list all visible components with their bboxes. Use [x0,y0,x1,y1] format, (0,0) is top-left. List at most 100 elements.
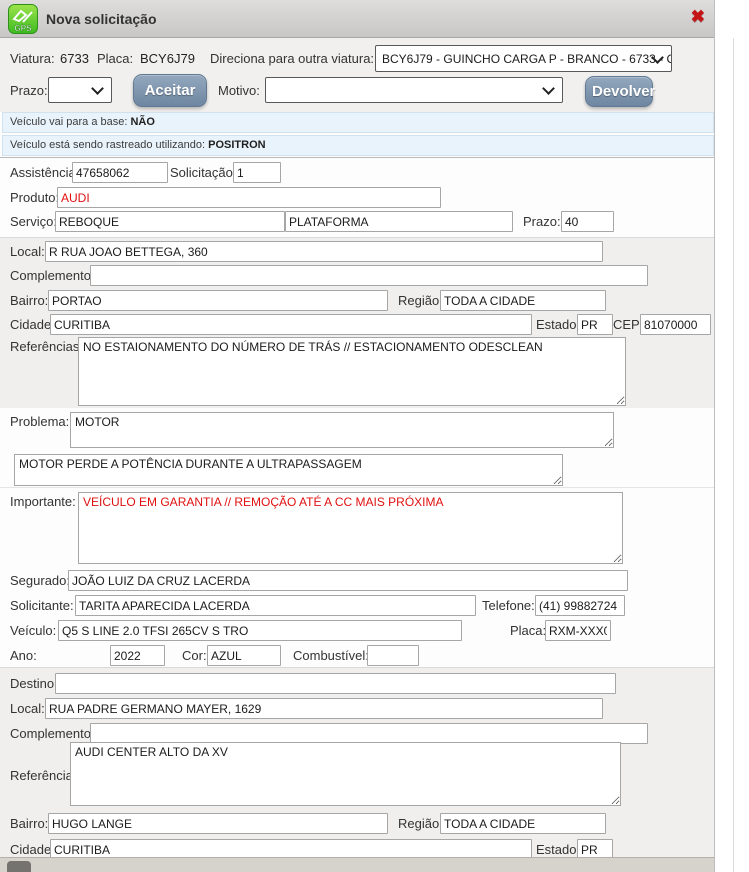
section-importante: Importante: VEÍCULO EM GARANTIA // REMOÇ… [0,487,715,566]
destino-estado-label: Estado: [536,842,580,857]
assistencia-field[interactable] [72,162,168,183]
complemento-label: Complemento: [10,268,95,283]
local-label: Local: [10,244,45,259]
direciona-label: Direciona para outra viatura: [210,51,374,66]
gps-app-icon: GPS [8,4,38,34]
combustivel-field[interactable] [367,645,419,666]
telefone-label: Telefone: [482,598,535,613]
destino-complemento-field[interactable] [90,723,648,744]
problema-field[interactable]: MOTOR [70,412,614,448]
section-origem: Local: Complemento: Bairro: Região: Cida… [0,237,715,408]
servico-field[interactable] [55,211,285,232]
servico-label: Serviço: [10,214,57,229]
veiculo-placa-label: Placa: [510,623,546,638]
produto-field[interactable] [57,187,441,208]
gps-footer-icon [7,861,31,872]
cep-field[interactable] [640,314,711,335]
chevron-down-icon [542,82,555,95]
chevron-down-icon [91,82,104,95]
regiao-label: Região: [398,293,443,308]
referencias-field[interactable]: NO ESTAIONAMENTO DO NÚMERO DE TRÁS // ES… [78,337,626,406]
solicitacao-label: Solicitação: [170,165,236,180]
segurado-field[interactable] [68,570,628,591]
assistencia-label: Assistência: [10,165,79,180]
importante-label: Importante: [10,494,76,509]
importante-field[interactable]: VEÍCULO EM GARANTIA // REMOÇÃO ATÉ A CC … [78,492,623,564]
complemento-field[interactable] [90,265,648,286]
solicitante-field[interactable] [75,595,476,616]
telefone-field[interactable] [535,595,625,616]
destino-field[interactable] [55,673,616,694]
problema-descricao-field[interactable]: MOTOR PERDE A POTÊNCIA DURANTE A ULTRAPA… [14,454,563,486]
viatura-value: 6733 [60,51,89,66]
section-cliente: Segurado: Solicitante: Telefone: Veículo… [0,566,715,667]
direciona-viatura-selected: BCY6J79 - GUINCHO CARGA P - BRANCO - 673… [382,52,672,66]
ano-label: Ano: [10,648,37,663]
devolver-button[interactable]: Devolver [585,76,653,107]
aceitar-button[interactable]: Aceitar [133,74,207,107]
cor-label: Cor: [182,648,207,663]
placa-label: Placa: [97,51,133,66]
solicitante-label: Solicitante: [10,598,74,613]
screen: GPS Nova solicitação ✖ Viatura: 6733 Pla… [0,0,749,872]
direciona-viatura-select[interactable]: BCY6J79 - GUINCHO CARGA P - BRANCO - 673… [375,45,672,72]
destino-regiao-field[interactable] [440,813,606,834]
destino-regiao-label: Região: [398,816,443,831]
cep-label: CEP: [613,317,643,332]
veiculo-placa-field[interactable] [545,620,611,641]
section-solicitacao: Assistência: Solicitação: Produto: Servi… [0,157,715,237]
section-problema: Problema: MOTOR MOTOR PERDE A POTÊNCIA D… [0,408,715,487]
combustivel-label: Combustível: [293,648,369,663]
motivo-label: Motivo: [218,83,260,98]
estado-field[interactable] [577,314,613,335]
motivo-select[interactable] [265,77,563,103]
close-icon[interactable]: ✖ [691,8,705,25]
nova-solicitacao-dialog: GPS Nova solicitação ✖ Viatura: 6733 Pla… [0,0,715,872]
toolbar: Viatura: 6733 Placa: BCY6J79 Direciona p… [0,38,715,112]
prazo-toolbar-label: Prazo: [10,83,48,98]
placa-value: BCY6J79 [140,51,195,66]
prazo-select[interactable] [48,77,112,103]
prazo-field[interactable] [561,211,614,232]
svg-text:GPS: GPS [15,24,33,33]
destino-local-field[interactable] [45,698,603,719]
destino-bairro-label: Bairro: [10,816,48,831]
servico-tipo-field[interactable] [285,211,513,232]
destino-complemento-label: Complemento: [10,726,95,741]
veiculo-label: Veículo: [10,623,56,638]
segurado-label: Segurado: [10,573,70,588]
local-field[interactable] [45,241,603,262]
status-base-bar: Veículo vai para a base: NÃO [2,112,714,133]
destino-label: Destino: [10,676,58,691]
ano-field[interactable] [110,645,165,666]
cidade-label: Cidade: [10,317,55,332]
viatura-label: Viatura: [10,51,55,66]
bairro-label: Bairro: [10,293,48,308]
bairro-field[interactable] [48,290,388,311]
produto-label: Produto: [10,190,59,205]
destino-referencia-label: Referência: [10,768,76,783]
destino-bairro-field[interactable] [48,813,388,834]
status-rastreio-value: POSITRON [208,139,265,151]
status-base-label: Veículo vai para a base: [10,116,127,128]
referencias-label: Referências: [10,339,83,354]
titlebar: GPS Nova solicitação ✖ [0,0,715,38]
section-destino: Destino: Local: Complemento: Referência:… [0,667,715,857]
veiculo-field[interactable] [58,620,462,641]
cor-field[interactable] [207,645,281,666]
dialog-title: Nova solicitação [46,11,157,27]
status-base-value: NÃO [130,116,154,128]
status-rastreio-label: Veículo está sendo rastreado utilizando: [10,139,205,151]
regiao-field[interactable] [440,290,606,311]
estado-label: Estado: [536,317,580,332]
solicitacao-field[interactable] [233,162,281,183]
destino-local-label: Local: [10,701,45,716]
destino-cidade-label: Cidade: [10,842,55,857]
prazo-label: Prazo: [523,214,561,229]
cidade-field[interactable] [50,314,532,335]
background-page-edge [733,38,734,872]
destino-referencia-field[interactable]: AUDI CENTER ALTO DA XV [70,742,621,806]
status-rastreio-bar: Veículo está sendo rastreado utilizando:… [2,135,714,156]
problema-label: Problema: [10,414,69,429]
footer-bar [0,857,715,872]
